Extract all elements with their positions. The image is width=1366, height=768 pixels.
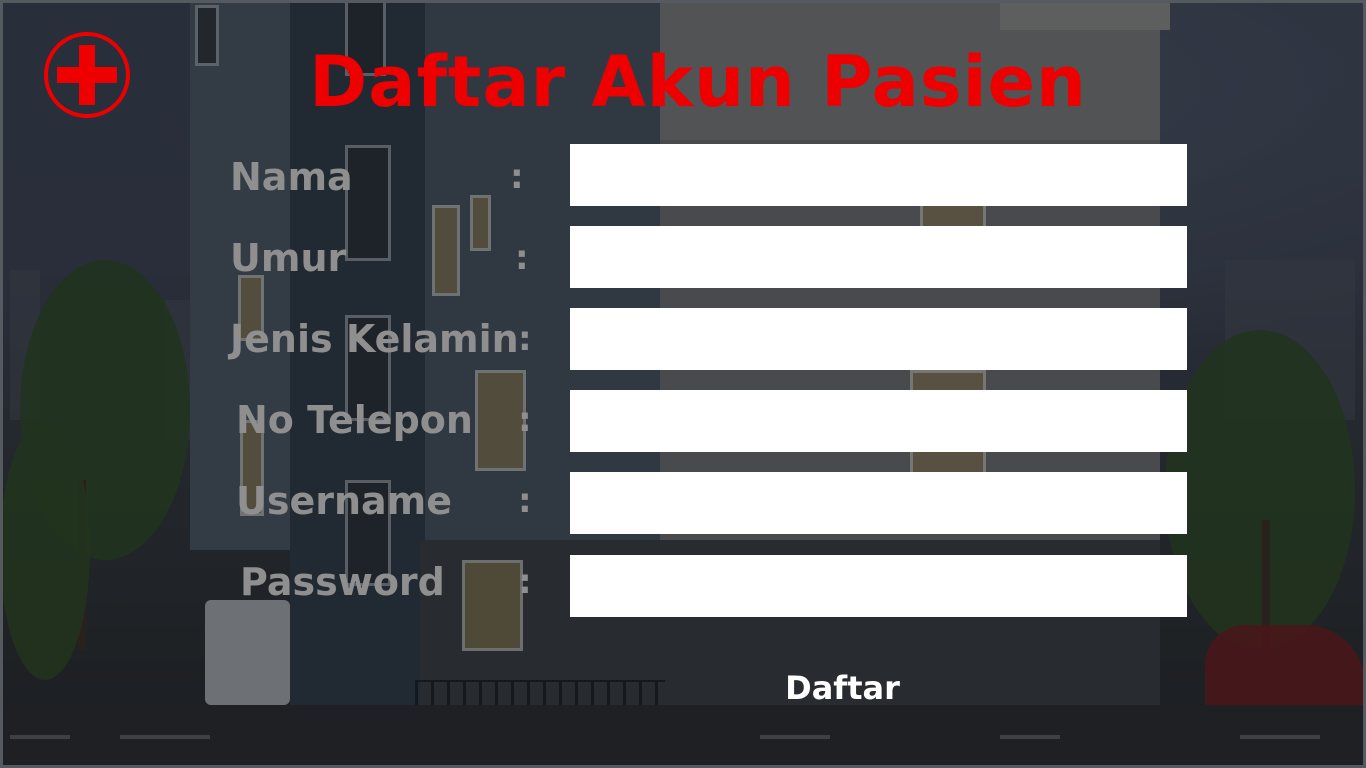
username-field[interactable] <box>570 472 1187 534</box>
username-label: Username <box>236 479 453 523</box>
register-button[interactable]: Daftar <box>775 665 910 711</box>
name-label: Nama <box>230 155 353 199</box>
registration-screen: Daftar Akun Pasien Nama : Umur : Jenis K… <box>0 0 1366 768</box>
name-field[interactable] <box>570 144 1187 206</box>
password-field[interactable] <box>570 555 1187 617</box>
gender-separator: : <box>518 319 532 359</box>
phone-field[interactable] <box>570 390 1187 452</box>
age-label: Umur <box>230 236 347 280</box>
gender-field[interactable] <box>570 308 1187 370</box>
phone-separator: : <box>518 400 532 440</box>
password-separator: : <box>518 562 532 602</box>
username-separator: : <box>518 481 532 521</box>
age-field[interactable] <box>570 226 1187 288</box>
page-title: Daftar Akun Pasien <box>309 41 1087 123</box>
password-label: Password <box>240 560 445 604</box>
name-separator: : <box>510 157 524 197</box>
phone-label: No Telepon <box>236 398 473 442</box>
age-separator: : <box>515 238 529 278</box>
gender-label: Jenis Kelamin <box>230 317 519 361</box>
